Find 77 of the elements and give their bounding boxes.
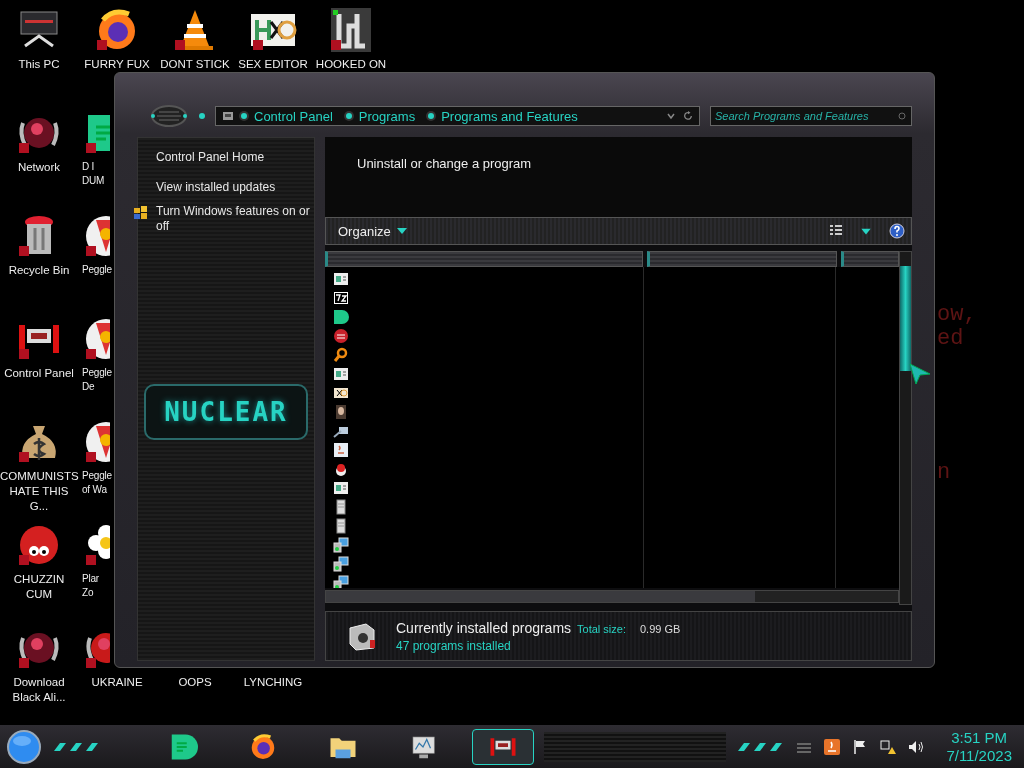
details-title: Currently installed programs: [396, 619, 572, 636]
desktop-icon-label[interactable]: D I DUM: [82, 160, 105, 188]
sidebar-link[interactable]: Control Panel Home: [156, 150, 265, 165]
total-size-label: Total size:: [577, 622, 626, 635]
program-icon[interactable]: [333, 461, 349, 477]
separator-dot-icon: [241, 113, 247, 119]
mouse-pointer-icon: [908, 362, 932, 386]
program-icon[interactable]: [333, 290, 349, 306]
desktop-icon-label[interactable]: COMMUNISTS HATE THIS G...: [0, 469, 78, 514]
desktop-icon-label[interactable]: FURRY FUX: [84, 57, 150, 72]
search-field[interactable]: Search Programs and Features: [710, 106, 912, 126]
address-bar[interactable]: Control Panel Programs Programs and Features: [215, 106, 700, 126]
wallpaper-text: ow,: [937, 302, 977, 327]
program-icon[interactable]: [333, 575, 349, 588]
program-icon[interactable]: [333, 347, 349, 363]
breadcrumb[interactable]: Programs and Features: [441, 108, 578, 124]
clock[interactable]: 3:51 PM 7/11/2023: [936, 728, 1018, 765]
desktop-icon-label[interactable]: SEX EDITOR: [238, 57, 308, 72]
sidebar-link[interactable]: View installed updates: [156, 180, 276, 195]
desktop-icon-label[interactable]: LYNCHING: [243, 675, 303, 690]
control-panel-icon: [222, 110, 234, 122]
search-icon: [897, 111, 907, 121]
start-orb-icon[interactable]: [6, 728, 42, 765]
desktop-icon-label[interactable]: Peggle: [82, 263, 112, 277]
desktop-icon-label[interactable]: Recycle Bin: [8, 263, 70, 278]
program-count: 47 programs installed: [396, 638, 512, 653]
program-icon[interactable]: [333, 385, 349, 401]
program-icon[interactable]: [333, 499, 349, 515]
breadcrumb[interactable]: Control Panel: [254, 108, 333, 124]
status-dot-icon: [199, 113, 205, 119]
desktop-icon-label[interactable]: OOPS: [178, 675, 212, 690]
page-heading: Uninstall or change a program: [357, 156, 532, 171]
separator-dot-icon: [345, 113, 352, 119]
java-icon[interactable]: [824, 738, 841, 755]
program-icon[interactable]: [333, 366, 349, 382]
orb-logo-icon: [149, 104, 189, 128]
desktop-icon-label[interactable]: Peggle De: [82, 366, 112, 394]
program-icon[interactable]: [333, 328, 349, 344]
program-icon[interactable]: [333, 480, 349, 496]
program-icon[interactable]: [333, 404, 349, 420]
desktop-icon-label[interactable]: Network: [17, 160, 61, 175]
network-warning-icon[interactable]: [880, 738, 897, 755]
wallpaper-text: n: [937, 460, 951, 485]
installer-box-icon: [346, 620, 378, 652]
chevron-down-icon[interactable]: [666, 111, 676, 121]
program-icon[interactable]: [333, 271, 349, 287]
program-icon[interactable]: [333, 537, 349, 553]
clock-time: 3:51 PM: [951, 728, 1008, 747]
desktop-icon-label[interactable]: HOOKED ON: [315, 57, 387, 72]
separator-dot-icon: [428, 113, 435, 119]
refresh-icon[interactable]: [683, 111, 693, 121]
desktop-icon-label[interactable]: Download Black Ali...: [0, 675, 78, 705]
organize-button[interactable]: Organize: [332, 221, 413, 241]
desktop-icon-label[interactable]: Control Panel: [4, 366, 74, 381]
taskbar-button[interactable]: [472, 728, 534, 765]
wallpaper-text: ed: [937, 326, 964, 351]
sidebar-link[interactable]: Turn Windows features on or off: [156, 204, 310, 234]
horizontal-scrollbar[interactable]: [325, 590, 899, 603]
program-icon[interactable]: [333, 556, 349, 572]
column-header[interactable]: [841, 251, 899, 267]
program-icon[interactable]: [333, 518, 349, 534]
program-icon[interactable]: [333, 309, 349, 325]
total-size-value: 0.99 GB: [640, 622, 681, 635]
logo-text: NUCLEAR: [164, 397, 288, 427]
desktop-icon-label[interactable]: Plar Zo: [82, 572, 99, 600]
breadcrumb[interactable]: Programs: [358, 108, 416, 124]
windows-features-icon: [134, 206, 148, 220]
desktop-icon-label[interactable]: CHUZZIN CUM: [0, 572, 78, 602]
desktop-icon-label[interactable]: UKRAINE: [91, 675, 143, 690]
vertical-scrollbar[interactable]: [899, 251, 912, 605]
view-options-icon[interactable]: [829, 224, 843, 238]
desktop-icon-label[interactable]: This PC: [18, 57, 60, 72]
help-icon[interactable]: [889, 223, 905, 239]
clock-date: 7/11/2023: [946, 746, 1012, 765]
program-icon[interactable]: [333, 442, 349, 458]
desktop-icon-label[interactable]: DONT STICK: [160, 57, 230, 72]
desktop-icon-label[interactable]: Peggle of Wa: [82, 469, 112, 497]
